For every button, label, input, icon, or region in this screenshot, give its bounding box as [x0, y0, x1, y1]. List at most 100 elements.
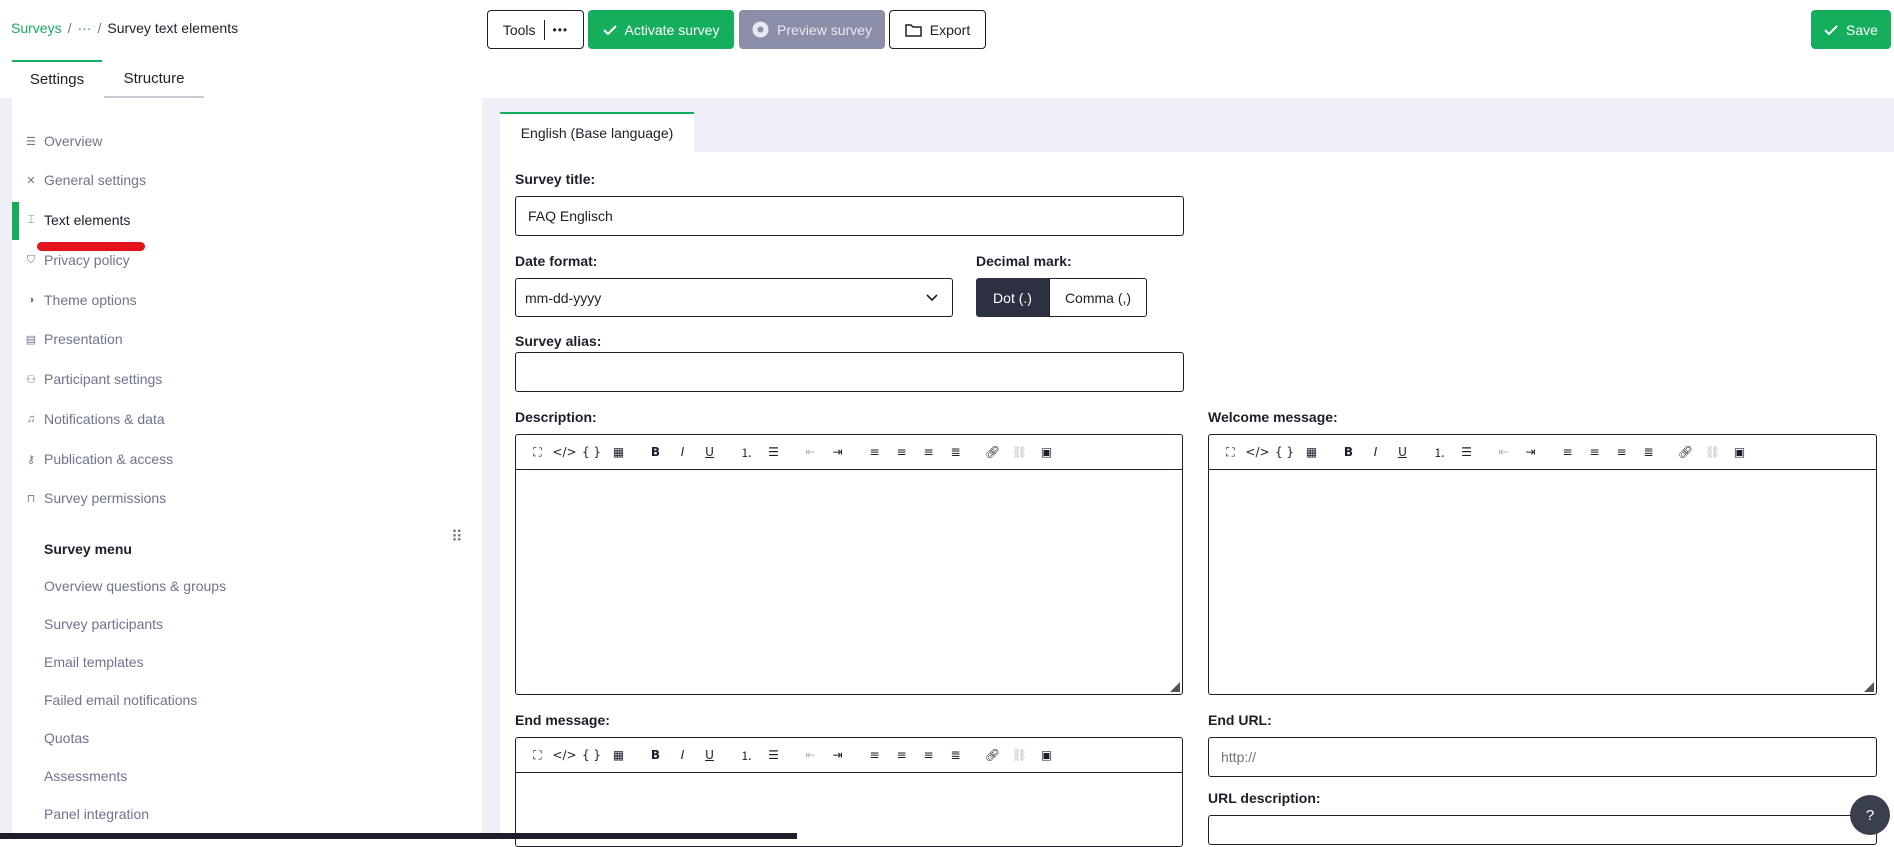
tab-settings[interactable]: Settings: [12, 60, 102, 98]
menu-item-panel-integration[interactable]: Panel integration: [44, 806, 149, 822]
end-url-input[interactable]: [1208, 737, 1877, 777]
indent-icon[interactable]: ⇥: [824, 441, 851, 463]
help-chat-button[interactable]: ?: [1850, 795, 1890, 835]
sidebar-item-participant-settings[interactable]: ⚇ Participant settings: [12, 364, 472, 394]
unlink-icon[interactable]: ⛓: [1006, 744, 1033, 766]
end-message-editor[interactable]: ⛶ </> { } ▦ B I U ⒈ ☰ ⇤ ⇥ ≡ ≡ ≡ ≣ 🔗︎ ⛓ ▣: [515, 737, 1183, 847]
export-button[interactable]: Export: [889, 10, 986, 49]
unlink-icon[interactable]: ⛓: [1006, 441, 1033, 463]
align-left-icon[interactable]: ≡: [1554, 441, 1581, 463]
unlink-icon[interactable]: ⛓: [1699, 441, 1726, 463]
menu-item-overview-questions[interactable]: Overview questions & groups: [44, 578, 226, 594]
bullet-list-icon[interactable]: ☰: [760, 744, 787, 766]
date-format-select[interactable]: mm-dd-yyyy: [515, 278, 953, 317]
bullet-list-icon[interactable]: ☰: [1453, 441, 1480, 463]
description-editor[interactable]: ⛶ </> { } ▦ B I U ⒈ ☰ ⇤ ⇥ ≡ ≡ ≡ ≣ 🔗︎ ⛓ ▣: [515, 434, 1183, 695]
check-icon: [602, 24, 617, 35]
link-icon[interactable]: 🔗︎: [1672, 441, 1699, 463]
numbered-list-icon[interactable]: ⒈: [1426, 441, 1453, 463]
sidebar-item-general-settings[interactable]: ✕ General settings: [12, 165, 472, 195]
resize-handle[interactable]: [1864, 682, 1874, 692]
underline-icon[interactable]: U: [696, 441, 723, 463]
table-icon[interactable]: ▦: [605, 744, 632, 766]
sidebar-item-privacy-policy[interactable]: ⛉ Privacy policy: [12, 245, 472, 275]
tab-language-label: English (Base language): [520, 125, 674, 141]
bold-icon[interactable]: B: [642, 744, 669, 766]
image-icon[interactable]: ▣: [1726, 441, 1753, 463]
horizontal-scrollbar[interactable]: [0, 833, 797, 839]
fullscreen-icon[interactable]: ⛶: [524, 441, 551, 463]
activate-survey-button[interactable]: Activate survey: [588, 10, 734, 49]
fullscreen-icon[interactable]: ⛶: [1217, 441, 1244, 463]
underline-icon[interactable]: U: [1389, 441, 1416, 463]
sidebar-item-notifications-data[interactable]: ♫ Notifications & data: [12, 404, 472, 434]
sidebar-item-publication-access[interactable]: ⚷ Publication & access: [12, 444, 472, 474]
align-left-icon[interactable]: ≡: [861, 744, 888, 766]
survey-alias-input[interactable]: [515, 352, 1184, 392]
indent-icon[interactable]: ⇥: [824, 744, 851, 766]
sidebar-item-theme-options[interactable]: ◑ Theme options: [12, 285, 472, 315]
justify-icon[interactable]: ≣: [942, 744, 969, 766]
decimal-comma-option[interactable]: Comma (,): [1049, 278, 1147, 317]
placeholder-icon[interactable]: { }: [578, 441, 605, 463]
list-icon: ☰: [26, 135, 36, 148]
align-right-icon[interactable]: ≡: [1608, 441, 1635, 463]
numbered-list-icon[interactable]: ⒈: [733, 744, 760, 766]
placeholder-icon[interactable]: { }: [1271, 441, 1298, 463]
outdent-icon[interactable]: ⇤: [797, 744, 824, 766]
align-right-icon[interactable]: ≡: [915, 744, 942, 766]
survey-title-input[interactable]: FAQ Englisch: [515, 196, 1184, 236]
numbered-list-icon[interactable]: ⒈: [733, 441, 760, 463]
sidebar-item-survey-permissions[interactable]: ⊓ Survey permissions: [12, 483, 472, 513]
italic-icon[interactable]: I: [669, 441, 696, 463]
italic-icon[interactable]: I: [669, 744, 696, 766]
resize-handle[interactable]: [1170, 682, 1180, 692]
breadcrumb-ellipsis-link[interactable]: ···: [77, 20, 91, 36]
align-center-icon[interactable]: ≡: [888, 441, 915, 463]
justify-icon[interactable]: ≣: [942, 441, 969, 463]
italic-icon[interactable]: I: [1362, 441, 1389, 463]
justify-icon[interactable]: ≣: [1635, 441, 1662, 463]
preview-survey-button[interactable]: Preview survey: [739, 10, 885, 49]
url-description-input[interactable]: [1208, 815, 1877, 845]
bold-icon[interactable]: B: [642, 441, 669, 463]
sidebar-item-overview[interactable]: ☰ Overview: [12, 126, 472, 156]
menu-item-survey-participants[interactable]: Survey participants: [44, 616, 163, 632]
indent-icon[interactable]: ⇥: [1517, 441, 1544, 463]
outdent-icon[interactable]: ⇤: [1490, 441, 1517, 463]
drag-handle-icon[interactable]: ⠿: [451, 527, 463, 547]
source-code-icon[interactable]: </>: [551, 744, 578, 766]
sidebar-item-presentation[interactable]: ▤ Presentation: [12, 324, 472, 354]
placeholder-icon[interactable]: { }: [578, 744, 605, 766]
table-icon[interactable]: ▦: [605, 441, 632, 463]
breadcrumb-surveys-link[interactable]: Surveys: [11, 20, 62, 36]
tools-button[interactable]: Tools •••: [487, 10, 584, 49]
table-icon[interactable]: ▦: [1298, 441, 1325, 463]
tab-structure[interactable]: Structure: [104, 60, 204, 98]
underline-icon[interactable]: U: [696, 744, 723, 766]
bold-icon[interactable]: B: [1335, 441, 1362, 463]
align-center-icon[interactable]: ≡: [1581, 441, 1608, 463]
fullscreen-icon[interactable]: ⛶: [524, 744, 551, 766]
link-icon[interactable]: 🔗︎: [979, 441, 1006, 463]
outdent-icon[interactable]: ⇤: [797, 441, 824, 463]
source-code-icon[interactable]: </>: [1244, 441, 1271, 463]
align-right-icon[interactable]: ≡: [915, 441, 942, 463]
menu-item-email-templates[interactable]: Email templates: [44, 654, 144, 670]
menu-item-quotas[interactable]: Quotas: [44, 730, 89, 746]
bullet-list-icon[interactable]: ☰: [760, 441, 787, 463]
image-icon[interactable]: ▣: [1033, 441, 1060, 463]
menu-item-failed-email-notifications[interactable]: Failed email notifications: [44, 692, 197, 708]
decimal-dot-option[interactable]: Dot (.): [976, 278, 1049, 317]
align-center-icon[interactable]: ≡: [888, 744, 915, 766]
save-button[interactable]: Save: [1811, 10, 1891, 49]
image-icon[interactable]: ▣: [1033, 744, 1060, 766]
sidebar-item-text-elements[interactable]: ⌶ Text elements: [12, 205, 472, 235]
align-left-icon[interactable]: ≡: [861, 441, 888, 463]
link-icon[interactable]: 🔗︎: [979, 744, 1006, 766]
tab-language-english[interactable]: English (Base language): [500, 112, 694, 152]
source-code-icon[interactable]: </>: [551, 441, 578, 463]
menu-item-assessments[interactable]: Assessments: [44, 768, 127, 784]
export-label: Export: [929, 21, 971, 38]
welcome-message-editor[interactable]: ⛶ </> { } ▦ B I U ⒈ ☰ ⇤ ⇥ ≡ ≡ ≡ ≣ 🔗︎ ⛓ ▣: [1208, 434, 1877, 695]
